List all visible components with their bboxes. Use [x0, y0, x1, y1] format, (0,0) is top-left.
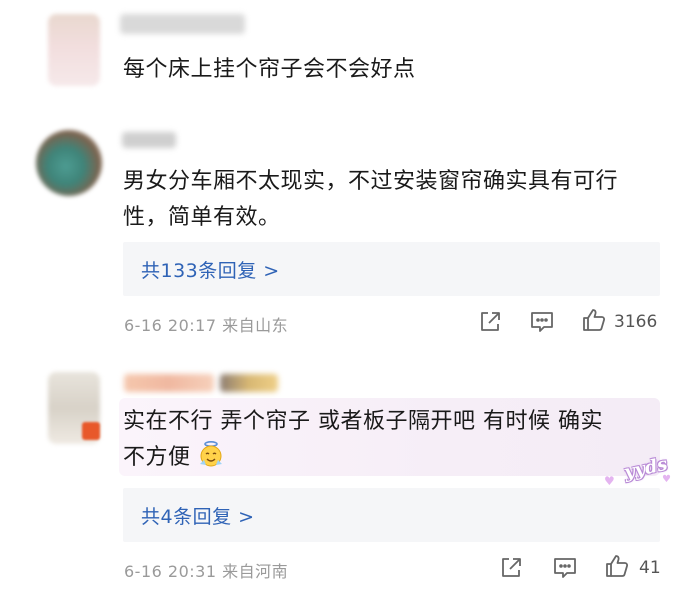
username[interactable] [122, 132, 176, 148]
comment-3: 实在不行 弄个帘子 或者板子隔开吧 有时候 确实 不方便 yyds ♥ ♥ 共4… [0, 362, 692, 597]
replies-box[interactable]: 共133条回复 > [123, 242, 660, 296]
comment-icon[interactable] [552, 555, 578, 585]
user-tag [220, 374, 278, 392]
timestamp-location: 6-16 20:17 来自山东 [124, 316, 289, 335]
heart-icon: ♥ [604, 474, 615, 488]
view-replies-link[interactable]: 共4条回复 > [141, 502, 255, 529]
view-replies-link[interactable]: 共133条回复 > [141, 256, 280, 283]
comment-2: 男女分车厢不太现实，不过安装窗帘确实具有可行 性，简单有效。 共133条回复 >… [0, 118, 692, 348]
comment-text-line-2: 性，简单有效。 [123, 205, 281, 230]
username[interactable] [124, 374, 214, 392]
like-count: 3166 [614, 312, 658, 332]
comment-icon[interactable] [529, 309, 555, 339]
share-icon[interactable] [477, 309, 503, 339]
username[interactable] [120, 14, 245, 34]
like-icon[interactable] [581, 307, 607, 337]
avatar[interactable] [36, 130, 102, 196]
share-icon[interactable] [498, 555, 524, 585]
heart-icon: ♥ [662, 474, 671, 485]
comment-text-line-1: 实在不行 弄个帘子 或者板子隔开吧 有时候 确实 [123, 409, 603, 434]
replies-box[interactable]: 共4条回复 > [123, 488, 660, 542]
like-icon[interactable] [604, 553, 630, 583]
angel-emoji [198, 440, 224, 474]
avatar[interactable] [48, 14, 100, 86]
timestamp-location: 6-16 20:31 来自河南 [124, 562, 289, 581]
comment-text-line-1: 男女分车厢不太现实，不过安装窗帘确实具有可行 [123, 169, 619, 194]
comment-text: 每个床上挂个帘子会不会好点 [123, 57, 416, 82]
comment-1: 每个床上挂个帘子会不会好点 [0, 0, 692, 110]
comment-text-line-2: 不方便 [123, 445, 191, 470]
member-badge [82, 422, 100, 440]
like-count: 41 [639, 558, 661, 578]
